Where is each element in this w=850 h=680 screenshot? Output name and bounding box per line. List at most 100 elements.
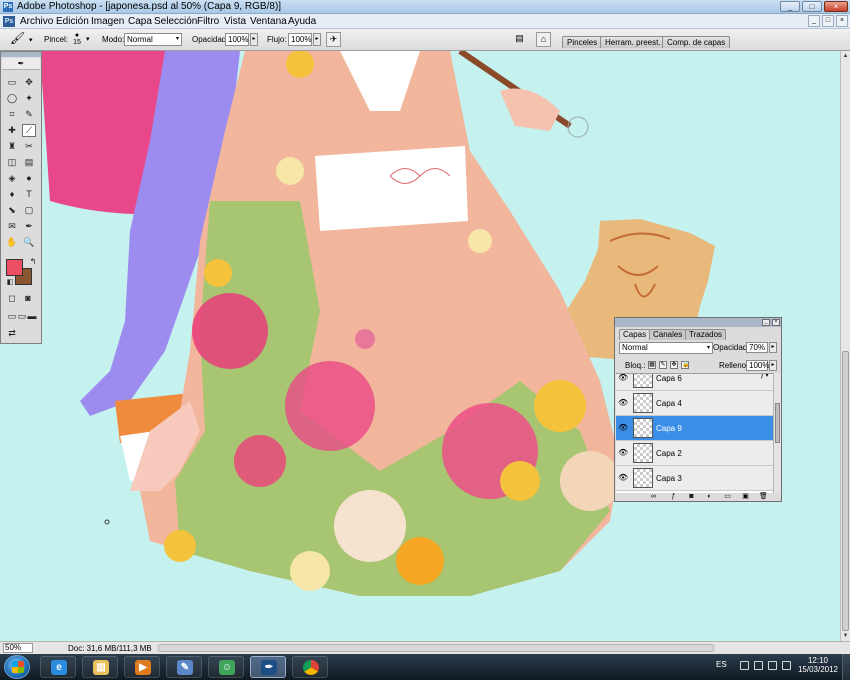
flow-input[interactable]: 100% <box>288 33 312 46</box>
doc-minimize-button[interactable]: _ <box>808 15 820 27</box>
visibility-eye-icon[interactable]: 👁 <box>618 472 628 484</box>
type-tool-icon[interactable]: T <box>22 188 36 201</box>
vertical-scrollbar[interactable]: ▲ ▼ <box>840 51 850 641</box>
menu-edicion[interactable]: Edición <box>54 15 91 28</box>
layers-panel-close-button[interactable]: × <box>772 319 780 326</box>
standard-mode-icon[interactable]: ◻ <box>5 292 19 305</box>
notes-tool-icon[interactable]: ✉ <box>5 220 19 233</box>
magic-wand-tool-icon[interactable]: ✦ <box>22 92 36 105</box>
layer-thumbnail[interactable] <box>633 418 653 438</box>
fill-input[interactable]: 100% <box>746 360 769 371</box>
fill-arrow[interactable]: ▸ <box>769 360 777 371</box>
layer-thumbnail[interactable] <box>633 443 653 463</box>
menu-imagen[interactable]: Imagen <box>89 15 126 28</box>
foreground-color-swatch[interactable] <box>6 259 23 276</box>
tab-trazados[interactable]: Trazados <box>685 329 727 340</box>
horizontal-scrollbar[interactable] <box>158 644 714 652</box>
tools-panel-grip[interactable] <box>1 52 41 57</box>
clone-stamp-tool-icon[interactable]: ♜ <box>5 140 19 153</box>
menu-seleccion[interactable]: Selección <box>152 15 199 28</box>
marquee-tool-icon[interactable]: ▭ <box>5 76 19 89</box>
shape-tool-icon[interactable]: ▢ <box>22 204 36 217</box>
layer-opacity-arrow[interactable]: ▸ <box>769 342 777 353</box>
hand-tool-icon[interactable]: ✋ <box>5 236 19 249</box>
brush-picker-arrow-icon[interactable]: ▾ <box>86 35 90 43</box>
close-button[interactable]: × <box>824 1 848 12</box>
flow-slider-arrow[interactable]: ▸ <box>313 33 321 46</box>
slice-tool-icon[interactable]: ✎ <box>22 108 36 121</box>
show-desktop-button[interactable] <box>842 654 850 680</box>
menu-filtro[interactable]: Filtro <box>195 15 221 28</box>
menu-archivo[interactable]: Archivo <box>18 15 55 28</box>
lock-transparency-icon[interactable]: ▦ <box>648 361 656 369</box>
path-selection-tool-icon[interactable]: ♦ <box>5 188 19 201</box>
layer-scroll-thumb[interactable] <box>775 403 780 443</box>
maximize-button[interactable]: □ <box>802 1 822 12</box>
quick-mask-icon[interactable]: ◙ <box>21 292 35 305</box>
tab-capas[interactable]: Capas <box>619 329 651 340</box>
crop-tool-icon[interactable]: ⌗ <box>5 108 19 121</box>
menu-capa[interactable]: Capa <box>126 15 154 28</box>
language-indicator[interactable]: ES <box>716 660 727 669</box>
network-icon[interactable] <box>768 661 777 670</box>
jump-to-imageready-icon[interactable]: ⇄ <box>5 327 19 340</box>
menu-ventana[interactable]: Ventana <box>248 15 289 28</box>
scroll-down-icon[interactable]: ▼ <box>841 631 850 641</box>
menu-ayuda[interactable]: Ayuda <box>286 15 318 28</box>
pen-tool-icon[interactable]: ⬊ <box>5 204 19 217</box>
layer-thumbnail[interactable] <box>633 393 653 413</box>
blur-tool-icon[interactable]: ◈ <box>5 172 19 185</box>
tab-comp-de-capas[interactable]: Comp. de capas <box>662 36 731 48</box>
taskbar-file-explorer[interactable]: ▥ <box>82 656 118 678</box>
layer-row-capa-4[interactable]: 👁 Capa 4 <box>616 391 773 416</box>
taskbar-chrome[interactable] <box>292 656 328 678</box>
move-tool-icon[interactable]: ✥ <box>22 76 36 89</box>
swap-colors-icon[interactable]: ↰ <box>26 255 40 268</box>
layer-row-capa-3[interactable]: 👁 Capa 3 <box>616 466 773 491</box>
layer-opacity-input[interactable]: 70% <box>746 342 768 353</box>
link-layers-icon[interactable]: ∞ <box>649 493 658 501</box>
delete-layer-icon[interactable]: 🗑 <box>759 493 768 501</box>
layer-name[interactable]: Capa 4 <box>656 399 682 408</box>
show-hidden-icons-icon[interactable] <box>740 661 749 670</box>
layers-panel-minimize-button[interactable]: _ <box>762 319 770 326</box>
layer-name[interactable]: Capa 9 <box>656 424 682 433</box>
visibility-eye-icon[interactable]: 👁 <box>618 397 628 409</box>
brush-tool-icon[interactable]: ⟋ <box>22 124 36 137</box>
scroll-up-icon[interactable]: ▲ <box>841 51 850 61</box>
layer-thumbnail[interactable] <box>633 468 653 488</box>
healing-brush-tool-icon[interactable]: ✚ <box>5 124 19 137</box>
layer-name[interactable]: Capa 2 <box>656 449 682 458</box>
menu-vista[interactable]: Vista <box>222 15 248 28</box>
layer-mask-icon[interactable]: ◙ <box>687 493 696 501</box>
action-center-icon[interactable] <box>754 661 763 670</box>
scroll-thumb[interactable] <box>842 351 849 631</box>
document-info[interactable]: Doc: 31,6 MB/111,3 MB <box>68 644 152 653</box>
eyedropper-tool-icon[interactable]: ✒ <box>22 220 36 233</box>
screen-mode-full-icon[interactable]: ▬ <box>25 310 39 323</box>
palette-well-icon[interactable]: ▤ <box>512 32 527 47</box>
layer-row-capa-9[interactable]: 👁 Capa 9 <box>616 416 773 441</box>
lock-image-icon[interactable]: ✎ <box>659 361 667 369</box>
tools-panel-logo-icon[interactable]: ✒ <box>2 58 40 70</box>
mode-select[interactable]: Normal ▾ <box>124 33 182 46</box>
layer-name[interactable]: Capa 3 <box>656 474 682 483</box>
tab-pinceles[interactable]: Pinceles <box>562 36 603 48</box>
start-button[interactable] <box>4 655 30 679</box>
new-group-icon[interactable]: ▭ <box>723 493 732 501</box>
tab-canales[interactable]: Canales <box>649 329 687 340</box>
volume-icon[interactable] <box>782 661 791 670</box>
adjustment-layer-icon[interactable]: ◐ <box>705 493 714 501</box>
layer-style-icon[interactable]: ƒ <box>669 493 678 501</box>
taskbar-photoshop[interactable]: ✒ <box>250 656 286 678</box>
doc-close-button[interactable]: × <box>836 15 848 27</box>
visibility-eye-icon[interactable]: 👁 <box>618 422 628 434</box>
taskbar-messenger[interactable]: ☺ <box>208 656 244 678</box>
tool-preset-dropdown-arrow[interactable]: ▾ <box>29 36 33 44</box>
layer-row-capa-6[interactable]: 👁 Capa 6 ƒ▾ <box>616 374 773 391</box>
visibility-eye-icon[interactable]: 👁 <box>618 374 628 384</box>
taskbar-paint[interactable]: ✎ <box>166 656 202 678</box>
dodge-tool-icon[interactable]: ● <box>22 172 36 185</box>
gradient-tool-icon[interactable]: ▤ <box>22 156 36 169</box>
system-clock[interactable]: 12:10 15/03/2012 <box>796 656 840 674</box>
